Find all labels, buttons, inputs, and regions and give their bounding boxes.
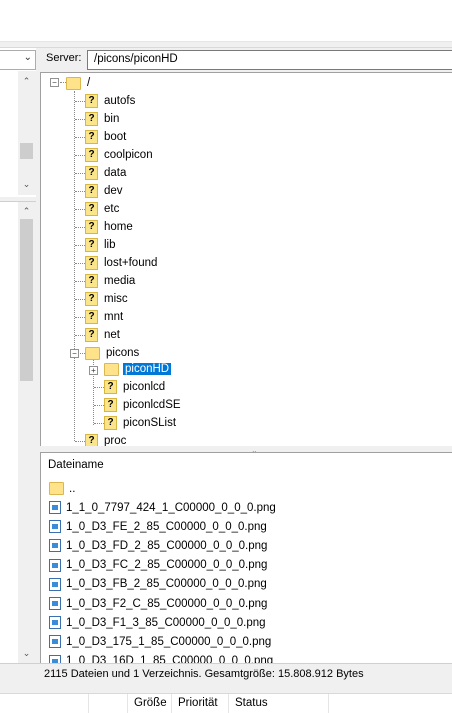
tree-item-piconhd[interactable]: piconHD [104, 360, 172, 378]
list-item[interactable]: 1_0_D3_FD_2_85_C00000_0_0_0.png [49, 536, 267, 555]
question-mark-icon: ? [85, 166, 98, 180]
tree-item-piconlcdse[interactable]: ? piconlcdSE [104, 396, 183, 414]
remote-status-bar: 2115 Dateien und 1 Verzeichnis. Gesamtgr… [40, 663, 452, 685]
list-item[interactable]: 1_1_0_7797_424_1_C00000_0_0_0.png [49, 498, 276, 517]
collapse-icon[interactable]: − [70, 349, 79, 358]
tree-item-proc[interactable]: ? proc [85, 432, 128, 446]
list-item[interactable]: 1_0_D3_175_1_85_C00000_0_0_0.png [49, 632, 271, 651]
scroll-up-icon[interactable]: ⌃ [18, 73, 35, 90]
list-item-parent[interactable]: .. [49, 479, 75, 498]
scroll-thumb[interactable] [20, 219, 33, 381]
tree-item-piconslist[interactable]: ? piconSList [104, 414, 178, 432]
question-mark-icon: ? [85, 220, 98, 234]
tree-item-lost-found[interactable]: ? lost+found [85, 254, 159, 272]
remote-tree[interactable]: − / ? autofs? bin? boot? coolpicon? data? dev?… [40, 72, 452, 446]
list-item[interactable]: 1_0_D3_FC_2_85_C00000_0_0_0.png [49, 556, 267, 575]
local-file-list[interactable]: ⌃ ⌄ [0, 201, 36, 664]
question-mark-icon: ? [85, 238, 98, 252]
png-file-icon [49, 635, 61, 649]
question-mark-icon: ? [85, 328, 98, 342]
png-file-icon [49, 520, 61, 534]
expand-icon[interactable]: + [89, 366, 98, 375]
png-file-icon [49, 577, 61, 591]
local-path-combo[interactable]: ⌄ [0, 50, 36, 70]
status-text: 2115 Dateien und 1 Verzeichnis. Gesamtgr… [44, 668, 364, 680]
question-mark-icon: ? [85, 202, 98, 216]
question-mark-icon: ? [85, 274, 98, 288]
local-tree-scrollbar[interactable]: ⌃ ⌄ [18, 71, 36, 195]
tree-item-mnt[interactable]: ? mnt [85, 308, 125, 326]
top-area [0, 0, 452, 42]
question-mark-icon: ? [85, 256, 98, 270]
scroll-down-icon[interactable]: ⌄ [18, 645, 35, 662]
tree-item-data[interactable]: ? data [85, 164, 128, 182]
list-item[interactable]: 1_0_D3_16D_1_85_C00000_0_0_0.png [49, 652, 273, 663]
question-mark-icon: ? [104, 380, 117, 394]
question-mark-icon: ? [85, 292, 98, 306]
column-header-status[interactable]: Status [228, 694, 328, 713]
png-file-icon [49, 597, 61, 610]
folder-icon [85, 346, 100, 360]
tree-item-etc[interactable]: ? etc [85, 200, 121, 218]
question-mark-icon: ? [104, 398, 117, 412]
column-header-filename[interactable]: Dateiname [48, 459, 104, 471]
question-mark-icon: ? [85, 112, 98, 126]
local-list-scrollbar[interactable]: ⌃ ⌄ [18, 202, 36, 664]
folder-icon [49, 482, 64, 495]
tree-item-root[interactable]: / [66, 74, 92, 92]
tree-item-lib[interactable]: ? lib [85, 236, 118, 254]
folder-icon [66, 76, 81, 90]
question-mark-icon: ? [85, 94, 98, 108]
queue-header: Größe Priorität Status [0, 693, 452, 713]
question-mark-icon: ? [85, 130, 98, 144]
remote-file-list[interactable]: Dateiname .. 1_1_0_7797_424_1_C00000_0_0… [40, 452, 452, 663]
question-mark-icon: ? [85, 148, 98, 162]
tree-item-autofs[interactable]: ? autofs [85, 92, 137, 110]
local-status-bar [0, 663, 40, 685]
tree-item-piconlcd[interactable]: ? piconlcd [104, 378, 167, 396]
list-item[interactable]: 1_0_D3_FE_2_85_C00000_0_0_0.png [49, 517, 267, 536]
list-item[interactable]: 1_0_D3_F1_3_85_C00000_0_0_0.png [49, 613, 266, 632]
question-mark-icon: ? [85, 434, 98, 446]
column-header-priority[interactable]: Priorität [171, 694, 228, 713]
question-mark-icon: ? [85, 310, 98, 324]
question-mark-icon: ? [104, 416, 117, 430]
tree-item-misc[interactable]: ? misc [85, 290, 130, 308]
folder-icon [104, 362, 119, 376]
tree-item-coolpicon[interactable]: ? coolpicon [85, 146, 155, 164]
scroll-up-icon[interactable]: ⌃ [18, 203, 35, 220]
tree-item-net[interactable]: ? net [85, 326, 122, 344]
server-label: Server: [46, 52, 82, 64]
png-file-icon [49, 616, 61, 630]
scroll-down-icon[interactable]: ⌄ [18, 176, 35, 193]
png-file-icon [49, 539, 61, 553]
list-item[interactable]: 1_0_D3_F2_C_85_C00000_0_0_0.png [49, 594, 267, 613]
tree-item-media[interactable]: ? media [85, 272, 137, 290]
question-mark-icon: ? [85, 184, 98, 198]
tree-item-dev[interactable]: ? dev [85, 182, 125, 200]
png-file-icon [49, 501, 61, 514]
png-file-icon [49, 654, 61, 663]
remote-path-input[interactable]: /picons/piconHD [87, 50, 452, 70]
tree-item-home[interactable]: ? home [85, 218, 135, 236]
png-file-icon [49, 558, 61, 572]
chevron-down-icon[interactable]: ⌄ [24, 52, 32, 63]
tree-item-boot[interactable]: ? boot [85, 128, 128, 146]
collapse-icon[interactable]: − [50, 78, 59, 87]
scroll-thumb[interactable] [20, 143, 33, 159]
queue-splitter[interactable] [0, 685, 452, 693]
column-header-size[interactable]: Größe [127, 694, 171, 713]
list-item[interactable]: 1_0_D3_FB_2_85_C00000_0_0_0.png [49, 575, 267, 594]
local-tree[interactable]: ⌃ ⌄ [0, 71, 36, 195]
tree-item-bin[interactable]: ? bin [85, 110, 121, 128]
